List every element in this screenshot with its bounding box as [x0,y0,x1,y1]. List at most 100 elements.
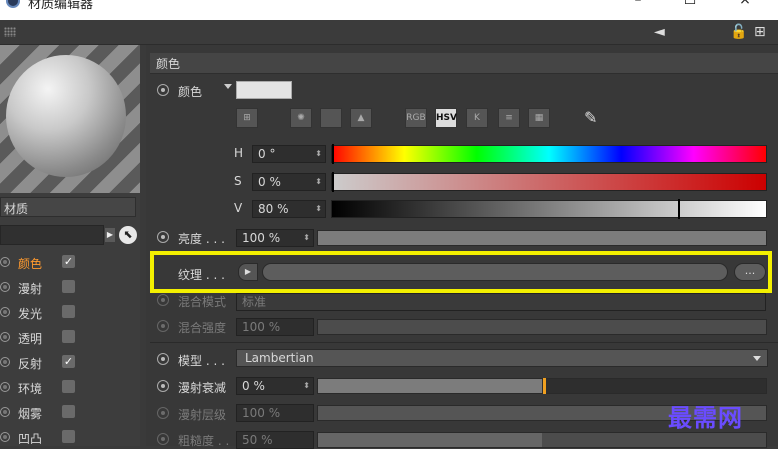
material-preview [0,45,140,193]
v-label: V [234,201,243,215]
swatches-icon[interactable]: ▦ [528,108,550,128]
channel-color[interactable]: 颜色 ✓ [0,252,140,274]
diffuse-falloff-label: 漫射衰减 [178,381,227,395]
add-panel-icon[interactable]: ⊞ [754,24,766,40]
roughness-field[interactable]: 50 % [236,431,314,449]
blend-strength-field[interactable]: 100 % [236,318,314,336]
eyedropper-icon[interactable]: ✎ [584,108,597,127]
brightness-radio[interactable] [157,231,169,243]
s-label: S [234,174,242,188]
back-arrow-icon[interactable]: ◄ [654,24,665,40]
diffuse-falloff-field[interactable]: 0 % ⬍ [236,377,314,395]
h-value-field[interactable]: 0 ° ⬍ [252,145,326,163]
channel-checkbox[interactable] [62,430,75,443]
channel-radio[interactable] [0,332,10,342]
left-panel: 材质 ▶ ⬉ 颜色 ✓ 漫射 发光 透明 反射 ✓ 环境 烟雾 凹凸 [0,45,140,446]
expand-arrow-icon[interactable]: ▶ [105,228,115,242]
h-label: H [234,146,244,160]
channel-checkbox[interactable] [62,380,75,393]
picker-icon[interactable]: ⬉ [119,226,137,244]
color-swatch[interactable] [236,81,292,99]
highlight-box [150,251,772,293]
diffuse-falloff-slider[interactable] [317,378,767,394]
spectrum-icon[interactable] [320,108,342,128]
channel-checkbox[interactable]: ✓ [62,255,75,268]
lock-icon[interactable]: 🔓 [730,24,747,40]
wheel-mode-icon[interactable]: ⊞ [236,108,258,128]
rgb-mode-button[interactable]: RGB [405,108,427,128]
brightness-field[interactable]: 100 % ⬍ [236,229,314,247]
diffuse-level-radio[interactable] [157,407,169,419]
brightness-slider[interactable] [317,230,767,246]
color-dropdown-icon[interactable] [224,84,232,89]
brightness-fill [318,231,766,245]
window-title: 材质编辑器 [28,0,94,12]
channel-transparency[interactable]: 透明 [0,327,140,349]
blend-mode-label: 混合模式 [178,295,227,309]
color-radio[interactable] [157,84,169,96]
preview-sphere [6,55,126,177]
value-marker[interactable] [678,199,681,219]
section-divider [150,342,778,343]
s-value-field[interactable]: 0 % ⬍ [252,173,326,191]
model-label: 模型 . . . [178,354,225,368]
material-name-label: 材质 [0,197,136,217]
kelvin-mode-button[interactable]: K [466,108,488,128]
hsv-mode-button[interactable]: HSV [435,108,457,128]
saturation-marker[interactable] [332,172,334,192]
diffuse-falloff-fill [318,379,542,393]
value-slider[interactable] [331,199,767,219]
minimize-button[interactable]: – [626,0,650,8]
blend-mode-select[interactable]: 标准 [236,293,766,311]
blend-strength-slider[interactable] [317,319,767,335]
material-name-field[interactable] [0,225,104,245]
channel-reflectance[interactable]: 反射 ✓ [0,352,140,374]
grip-icon[interactable] [4,27,16,37]
channel-radio[interactable] [0,357,10,367]
color-label: 颜色 [178,85,203,99]
roughness-label: 粗糙度 . . [178,434,230,448]
diffuse-falloff-marker[interactable] [543,378,546,394]
blend-strength-label: 混合强度 [178,321,227,335]
channel-environment[interactable]: 环境 [0,377,140,399]
hue-slider[interactable] [331,144,767,164]
saturation-slider[interactable] [331,172,767,192]
channel-checkbox[interactable] [62,280,75,293]
title-bar: 材质编辑器 – ☐ × [0,0,778,20]
editor-toolbar: ◄ 🔓 ⊞ [0,20,778,45]
channel-radio[interactable] [0,382,10,392]
diffuse-falloff-radio[interactable] [157,380,169,392]
watermark-logo: 最需网 [668,404,743,432]
model-dropdown[interactable]: Lambertian [236,349,768,367]
v-value-field[interactable]: 80 % ⬍ [252,200,326,218]
channel-checkbox[interactable] [62,305,75,318]
channel-diffuse[interactable]: 漫射 [0,277,140,299]
diffuse-level-label: 漫射层级 [178,408,227,422]
blend-strength-radio[interactable] [157,320,169,332]
chevron-down-icon [753,356,761,361]
channel-checkbox[interactable] [62,330,75,343]
channel-checkbox[interactable] [62,405,75,418]
diffuse-level-field[interactable]: 100 % [236,404,314,422]
channel-luminance[interactable]: 发光 [0,302,140,324]
channel-radio[interactable] [0,282,10,292]
roughness-fill [318,433,542,447]
image-picker-icon[interactable]: ▲ [350,108,372,128]
channel-radio[interactable] [0,257,10,267]
channel-radio[interactable] [0,307,10,317]
section-header-color: 颜色 [150,53,778,74]
hue-marker[interactable] [332,144,334,164]
cinema4d-icon [6,0,20,8]
maximize-button[interactable]: ☐ [678,0,702,8]
close-button[interactable]: × [733,0,757,8]
mixer-icon[interactable]: ≡ [498,108,520,128]
color-wheel-icon[interactable]: ✺ [290,108,312,128]
channel-fog[interactable]: 烟雾 [0,402,140,424]
model-radio[interactable] [157,353,169,365]
roughness-radio[interactable] [157,433,169,445]
blend-mode-radio[interactable] [157,294,169,306]
channel-checkbox[interactable]: ✓ [62,355,75,368]
channel-radio[interactable] [0,407,10,417]
brightness-label: 亮度 . . . [178,232,225,246]
channel-radio[interactable] [0,432,10,442]
